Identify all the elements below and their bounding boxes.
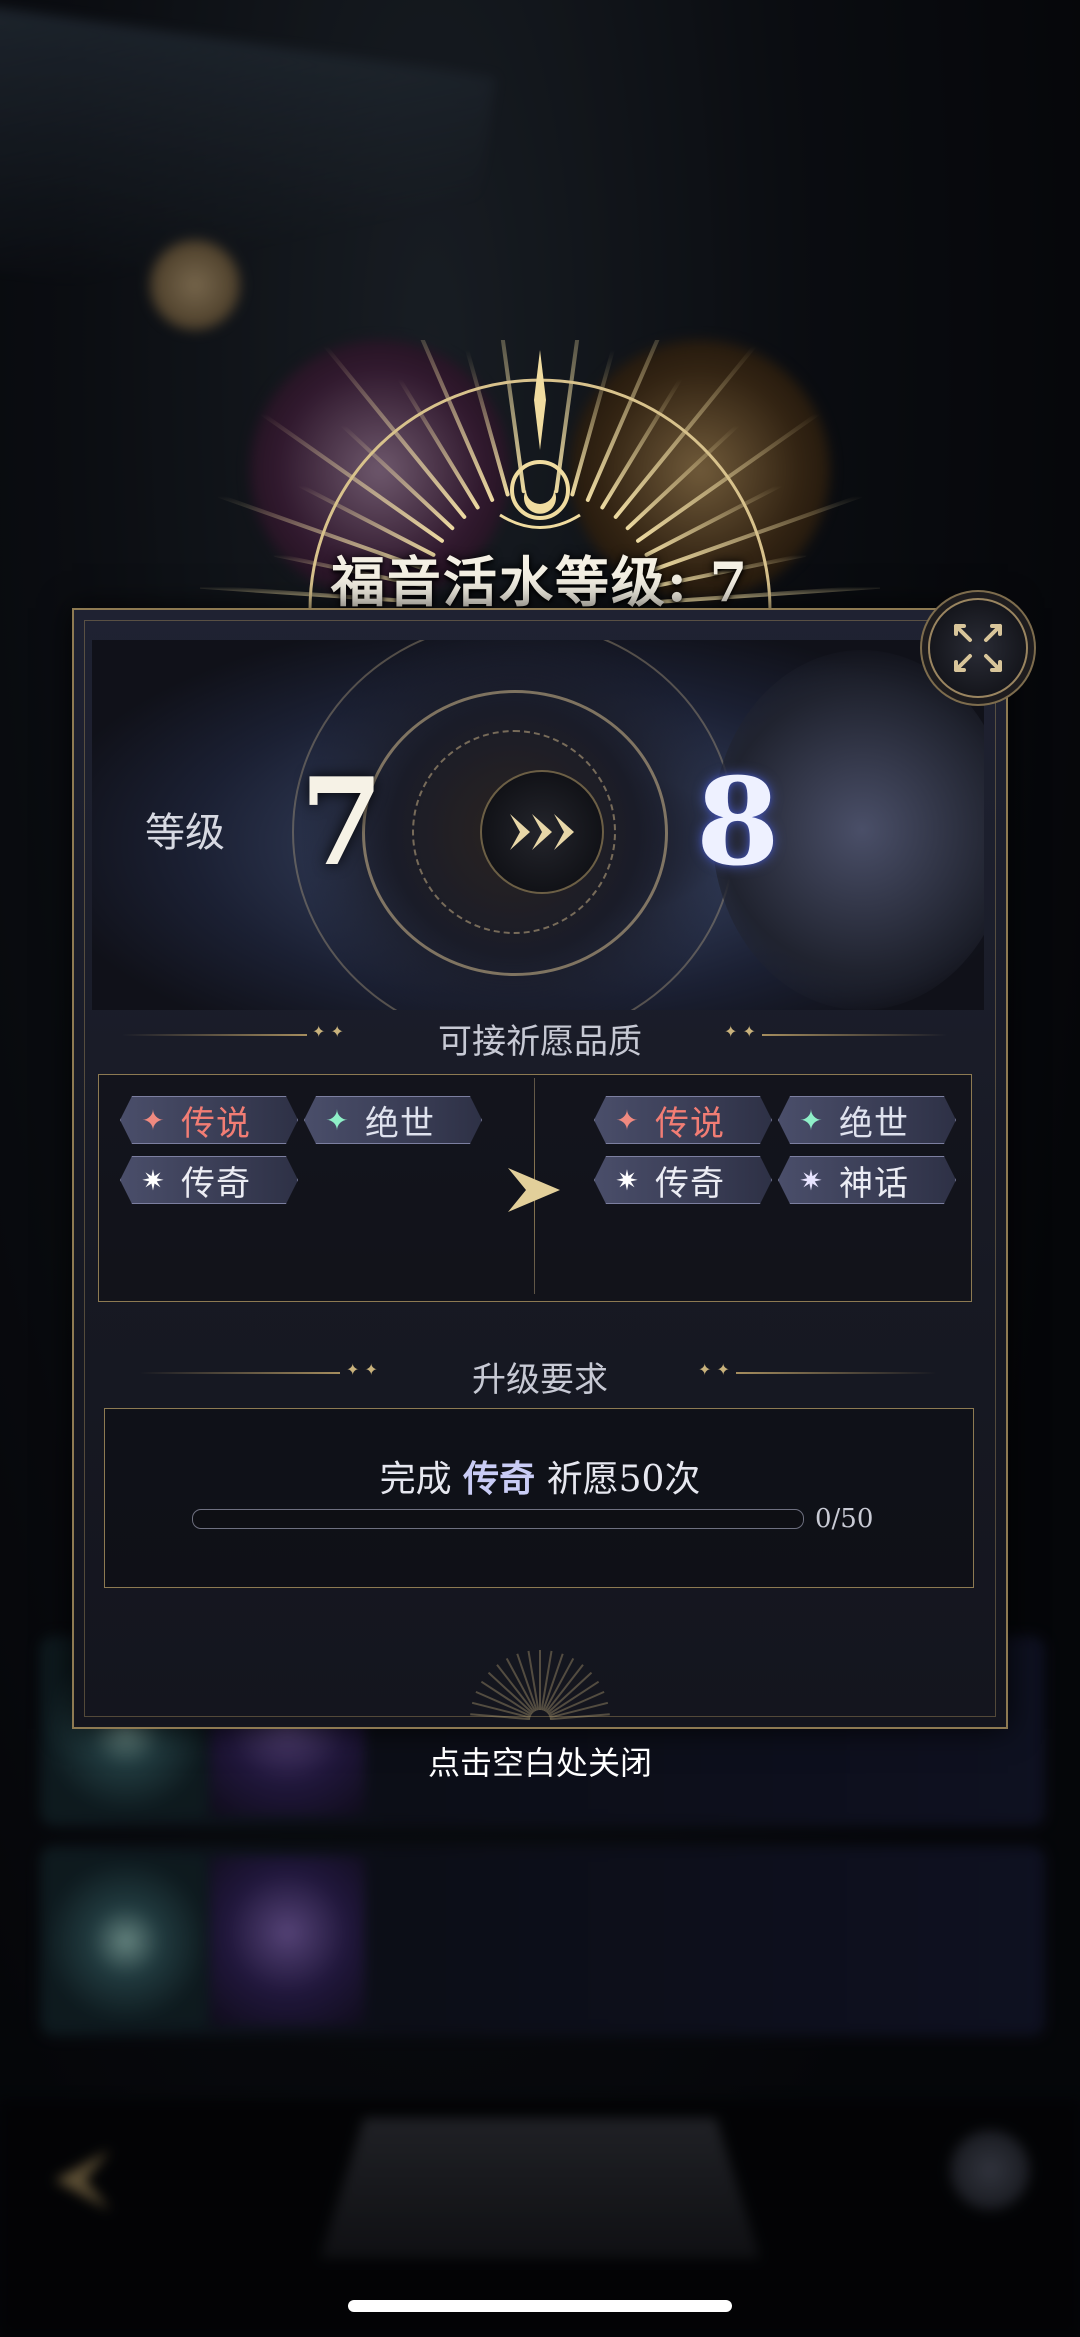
- four-point-star-icon: ✦: [325, 1103, 349, 1137]
- quality-label: 传奇: [655, 1163, 725, 1204]
- sparkle-icon: ✦ ✦: [698, 1360, 730, 1379]
- section-rule-right: [736, 1372, 936, 1374]
- quality-label: 绝世: [839, 1103, 909, 1144]
- tap-to-close-hint: 点击空白处关闭: [427, 1744, 652, 1782]
- eight-point-star-icon: ✷: [615, 1163, 639, 1197]
- requirement-section-title: 升级要求: [472, 1360, 608, 1400]
- eight-point-star-icon: ✷: [799, 1163, 823, 1197]
- dialog-title: 福音活水等级: 7: [330, 550, 750, 614]
- quality-label: 神话: [839, 1163, 909, 1204]
- requirement-prefix: 完成: [379, 1459, 452, 1500]
- dialog-bottom-ornament: [470, 1650, 610, 1720]
- quality-tag-legend: ✦ 传说: [120, 1096, 298, 1144]
- current-level: 7: [300, 752, 384, 893]
- quality-tag-peerless: ✦ 绝世: [778, 1096, 956, 1144]
- quality-tag-divine: ✷ 神话: [778, 1156, 956, 1204]
- requirement-suffix: 祈愿50次: [546, 1459, 701, 1500]
- quality-tag-myth: ✷ 传奇: [120, 1156, 298, 1204]
- section-rule-right: [762, 1034, 947, 1036]
- double-chevron-right-icon: [510, 814, 574, 850]
- close-button[interactable]: [928, 598, 1028, 698]
- requirement-progress-bar: [192, 1509, 804, 1529]
- close-icon: [954, 624, 1002, 672]
- level-up-arrows: [480, 770, 604, 894]
- quality-label: 传奇: [181, 1163, 251, 1204]
- requirement-text: 完成 传奇 祈愿50次: [0, 1450, 1080, 1502]
- home-indicator[interactable]: [348, 2300, 732, 2312]
- quality-label: 传说: [181, 1103, 251, 1144]
- eight-point-star-icon: ✷: [141, 1163, 165, 1197]
- quality-label: 绝世: [365, 1103, 435, 1144]
- level-label: 等级: [145, 810, 225, 856]
- progress-count: 0/50: [815, 1504, 874, 1534]
- four-point-star-icon: ✦: [799, 1103, 823, 1137]
- quality-tag-myth: ✷ 传奇: [594, 1156, 772, 1204]
- quality-section-title: 可接祈愿品质: [438, 1022, 642, 1062]
- next-level: 8: [696, 752, 780, 893]
- requirement-quality: 传奇: [463, 1458, 536, 1500]
- arrow-right-icon: [508, 1168, 560, 1212]
- quality-label: 传说: [655, 1103, 725, 1144]
- four-point-star-icon: ✦: [615, 1103, 639, 1137]
- four-point-star-icon: ✦: [141, 1103, 165, 1137]
- quality-tag-legend: ✦ 传说: [594, 1096, 772, 1144]
- quality-tag-peerless: ✦ 绝世: [304, 1096, 482, 1144]
- sparkle-icon: ✦ ✦: [724, 1022, 756, 1041]
